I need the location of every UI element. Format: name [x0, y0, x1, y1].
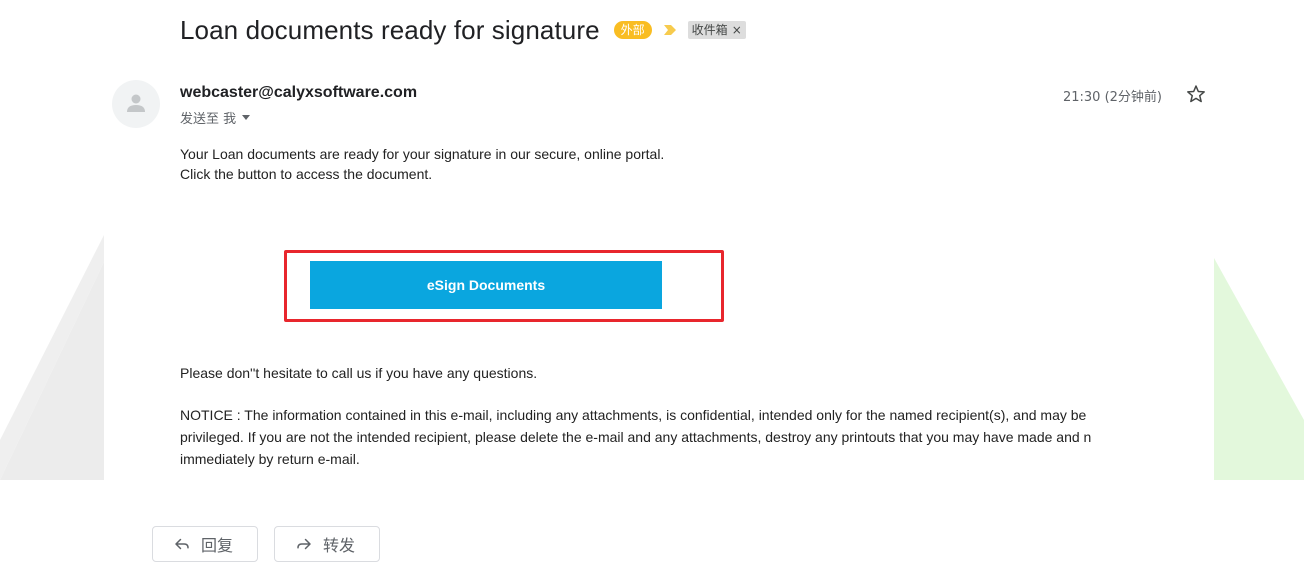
forward-label: 转发	[323, 536, 356, 555]
recipient-label: 发送至 我	[180, 112, 237, 127]
recipient-details[interactable]: 发送至 我	[180, 108, 251, 127]
reply-arrow-icon	[175, 538, 189, 550]
forward-button[interactable]: 转发	[274, 526, 381, 562]
notice-line-3: immediately by return e-mail.	[180, 451, 360, 467]
email-actions: 回复 转发	[152, 526, 381, 562]
notice-line-1: NOTICE : The information contained in th…	[180, 407, 1087, 423]
importance-marker-icon[interactable]	[663, 24, 676, 36]
questions-text: Please don''t hesitate to call us if you…	[180, 365, 538, 381]
body-line-2: Click the button to access the document.	[180, 166, 433, 182]
remove-label-icon[interactable]: ×	[732, 21, 742, 39]
person-icon	[127, 94, 145, 112]
chevron-down-icon[interactable]	[242, 115, 251, 120]
email-view: Loan documents ready for signature 外部 收件…	[104, 0, 1214, 562]
email-timestamp: 21:30 (2分钟前)	[1062, 90, 1162, 105]
subject-row: Loan documents ready for signature 外部 收件…	[180, 12, 746, 48]
reply-button[interactable]: 回复	[152, 526, 259, 562]
confidentiality-notice: NOTICE : The information contained in th…	[180, 404, 1214, 470]
esign-documents-button[interactable]: eSign Documents	[310, 261, 662, 309]
inbox-label-chip[interactable]: 收件箱 ×	[687, 21, 746, 39]
sender-email: webcaster@calyxsoftware.com	[180, 84, 418, 101]
star-icon[interactable]	[1186, 84, 1206, 104]
email-subject: Loan documents ready for signature	[180, 14, 600, 45]
sender-avatar	[112, 80, 160, 128]
notice-line-2: privileged. If you are not the intended …	[180, 429, 1092, 445]
external-badge: 外部	[613, 21, 652, 39]
reply-label: 回复	[201, 536, 234, 555]
forward-arrow-icon	[297, 538, 311, 550]
body-line-1: Your Loan documents are ready for your s…	[180, 146, 665, 162]
inbox-label-text: 收件箱	[691, 23, 728, 37]
